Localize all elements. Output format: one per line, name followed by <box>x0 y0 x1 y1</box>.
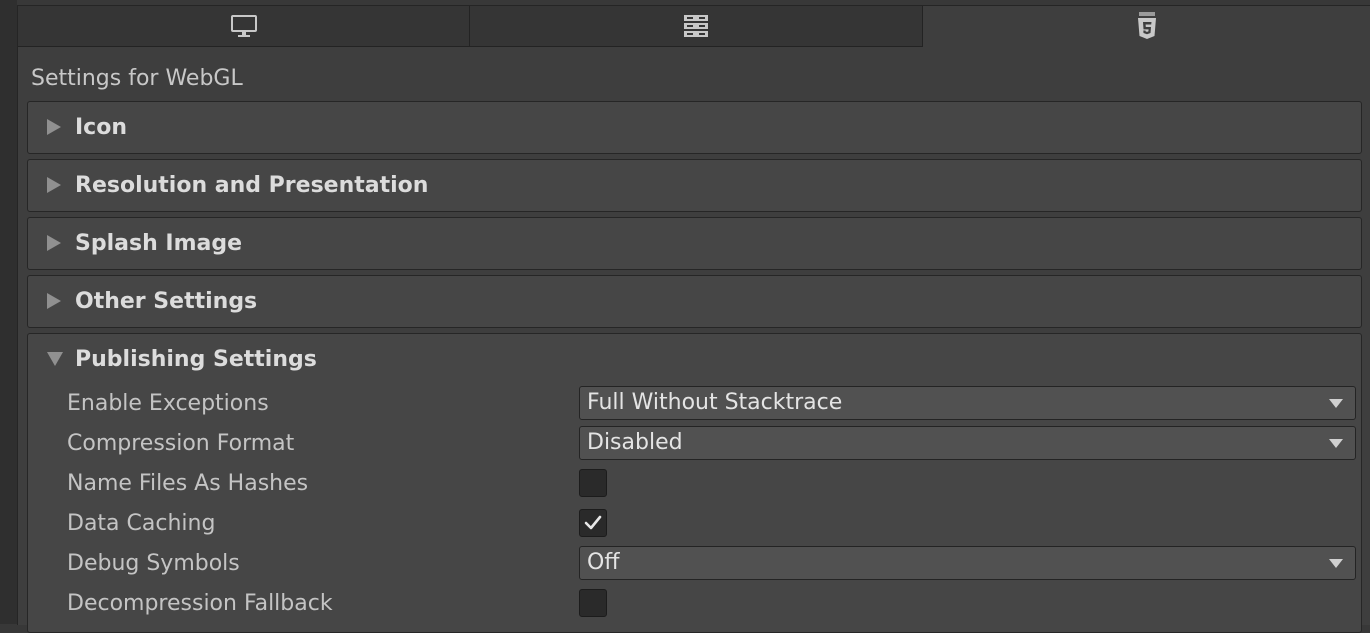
triangle-right-icon <box>47 119 61 135</box>
enable-exceptions-label: Enable Exceptions <box>67 391 269 416</box>
editor-window: Settings for WebGL Icon Resolution and P… <box>0 0 1370 633</box>
foldout-header[interactable]: Icon <box>28 102 1361 152</box>
enable-exceptions-dropdown[interactable]: Full Without Stacktrace <box>579 386 1356 420</box>
foldout-icon[interactable]: Icon <box>27 101 1362 154</box>
data-caching-row: Data Caching <box>67 504 1357 544</box>
foldout-header[interactable]: Splash Image <box>28 218 1361 268</box>
foldout-resolution-presentation[interactable]: Resolution and Presentation <box>27 159 1362 212</box>
left-panel-edge <box>0 0 17 624</box>
dropdown-value: Disabled <box>587 430 683 455</box>
foldout-header[interactable]: Resolution and Presentation <box>28 160 1361 210</box>
decompression-fallback-row: Decompression Fallback <box>67 584 1357 624</box>
foldout-label: Icon <box>75 114 128 140</box>
foldout-label: Publishing Settings <box>75 346 317 372</box>
monitor-icon <box>230 14 258 38</box>
foldout-publishing-settings: Publishing Settings Enable Exceptions Fu… <box>27 333 1362 633</box>
decompression-fallback-label: Decompression Fallback <box>67 591 333 616</box>
checkmark-icon <box>584 515 602 530</box>
dropdown-value: Off <box>587 550 620 575</box>
server-icon <box>683 14 709 38</box>
tab-standalone[interactable] <box>18 6 470 47</box>
decompression-fallback-checkbox[interactable] <box>579 589 607 617</box>
triangle-right-icon <box>47 177 61 193</box>
settings-title: Settings for WebGL <box>31 66 243 91</box>
foldout-header[interactable]: Publishing Settings <box>28 334 1361 384</box>
chevron-down-icon <box>1329 559 1343 568</box>
debug-symbols-label: Debug Symbols <box>67 551 240 576</box>
dropdown-value: Full Without Stacktrace <box>587 390 843 415</box>
foldout-label: Splash Image <box>75 230 243 256</box>
debug-symbols-row: Debug Symbols Off <box>67 544 1357 584</box>
platform-tab-bar <box>18 6 1370 47</box>
player-settings-inspector: Settings for WebGL Icon Resolution and P… <box>17 5 1370 633</box>
name-files-as-hashes-row: Name Files As Hashes <box>67 464 1357 504</box>
foldout-splash-image[interactable]: Splash Image <box>27 217 1362 270</box>
triangle-right-icon <box>47 293 61 309</box>
tab-webgl[interactable] <box>923 6 1370 47</box>
triangle-down-icon <box>47 352 63 366</box>
compression-format-label: Compression Format <box>67 431 295 456</box>
debug-symbols-dropdown[interactable]: Off <box>579 546 1356 580</box>
compression-format-row: Compression Format Disabled <box>67 424 1357 464</box>
foldout-header[interactable]: Other Settings <box>28 276 1361 326</box>
chevron-down-icon <box>1329 399 1343 408</box>
foldout-label: Resolution and Presentation <box>75 172 429 198</box>
html5-icon <box>1136 12 1158 40</box>
foldout-other-settings[interactable]: Other Settings <box>27 275 1362 328</box>
tab-dedicated-server[interactable] <box>470 6 923 47</box>
triangle-right-icon <box>47 235 61 251</box>
data-caching-checkbox[interactable] <box>579 509 607 537</box>
enable-exceptions-row: Enable Exceptions Full Without Stacktrac… <box>67 384 1357 424</box>
data-caching-label: Data Caching <box>67 511 216 536</box>
name-files-as-hashes-checkbox[interactable] <box>579 469 607 497</box>
chevron-down-icon <box>1329 439 1343 448</box>
foldout-label: Other Settings <box>75 288 258 314</box>
compression-format-dropdown[interactable]: Disabled <box>579 426 1356 460</box>
name-files-as-hashes-label: Name Files As Hashes <box>67 471 309 496</box>
